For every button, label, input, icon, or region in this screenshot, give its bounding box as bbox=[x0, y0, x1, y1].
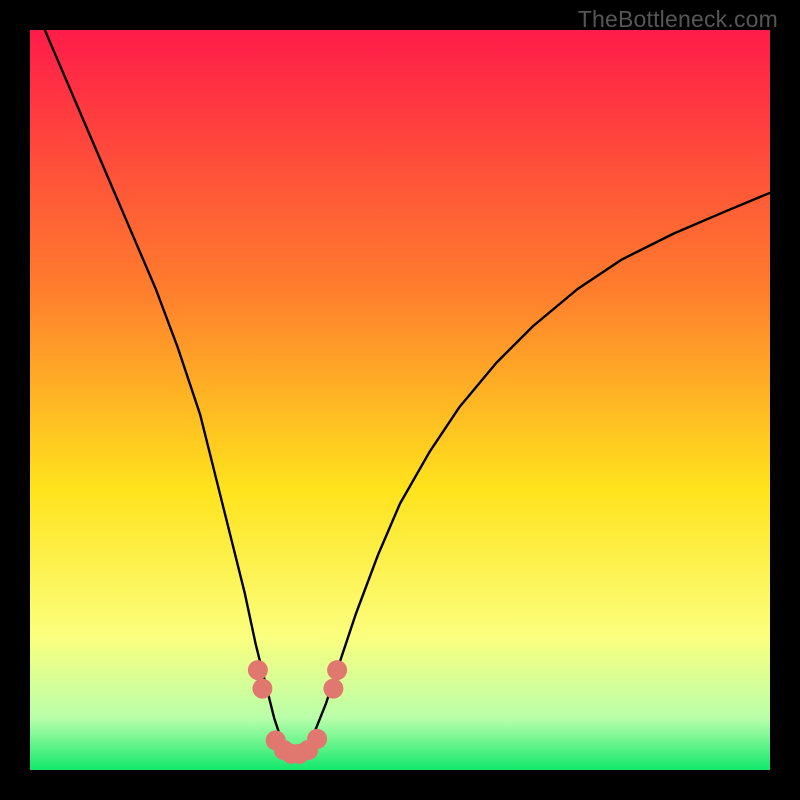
plot-area bbox=[30, 30, 770, 770]
marker-dot bbox=[248, 660, 268, 680]
chart-frame: TheBottleneck.com bbox=[0, 0, 800, 800]
gradient-background bbox=[30, 30, 770, 770]
marker-dot bbox=[307, 729, 327, 749]
marker-dot bbox=[252, 679, 272, 699]
marker-dot bbox=[327, 660, 347, 680]
bottleneck-chart bbox=[30, 30, 770, 770]
watermark-text: TheBottleneck.com bbox=[578, 6, 778, 33]
marker-dot bbox=[323, 679, 343, 699]
